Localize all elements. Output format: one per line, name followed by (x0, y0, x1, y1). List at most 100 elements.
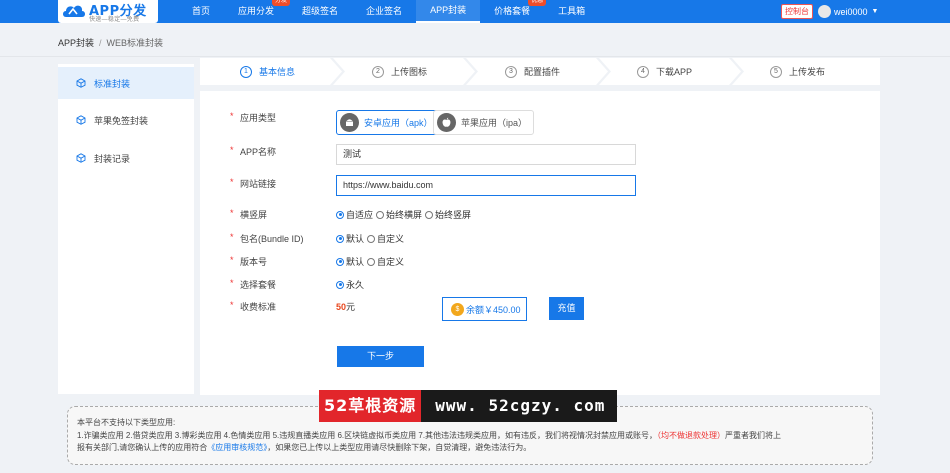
step-upload-icon: 2 上传图标 (372, 58, 427, 85)
nav-toolbox-label: 工具箱 (558, 6, 586, 16)
radio-adaptive[interactable]: 自适应 (336, 208, 373, 221)
notice-line: 1.诈骗类应用 2.借贷类应用 3.博彩类应用 4.色情类应用 5.违规直播类应… (77, 430, 863, 443)
radio-label: 默认 (346, 257, 365, 267)
main-nav: 首页 应用分发 分发 超级签名 企业签名 APP封装 价格套餐 优惠 工具箱 (178, 0, 599, 23)
step-basic-info: 1 基本信息 (240, 58, 295, 85)
fee-amount: 50元 (336, 300, 355, 313)
next-step-button[interactable]: 下一步 (337, 346, 424, 367)
chevron-down-icon: ▼ (871, 8, 879, 15)
step-number: 2 (372, 65, 384, 78)
nav-enterprise-sign[interactable]: 企业签名 (352, 0, 416, 23)
nav-home-label: 首页 (192, 6, 211, 16)
required-mark: * (230, 208, 234, 218)
watermark: 52草根资源 www. 52cgzy. com (319, 390, 618, 422)
nav-home[interactable]: 首页 (178, 0, 224, 23)
sidebar: 标准封装 苹果免签封装 封装记录 (58, 64, 194, 394)
fee-number: 50 (336, 302, 347, 312)
step-number: 5 (770, 65, 782, 78)
breadcrumb-root[interactable]: APP封装 (58, 38, 94, 48)
recharge-button[interactable]: 充值 (549, 297, 584, 320)
username: wei0000 (834, 6, 868, 17)
nav-app-distribution-label: 应用分发 (238, 6, 275, 16)
sidebar-item-wrap-records[interactable]: 封装记录 (58, 142, 194, 174)
radio-landscape[interactable]: 始终横屏 (376, 208, 422, 221)
watermark-right: www. 52cgzy. com (421, 390, 618, 422)
radio-plan-permanent[interactable]: 永久 (336, 278, 364, 291)
cube-icon (76, 115, 86, 125)
version-label: 版本号 (240, 257, 268, 267)
required-mark: * (230, 255, 234, 265)
app-name-label: APP名称 (240, 147, 277, 157)
step-label: 配置插件 (524, 67, 561, 77)
radio-version-custom[interactable]: 自定义 (367, 255, 404, 268)
review-policy-link[interactable]: 《应用审核规范》 (207, 443, 267, 452)
ios-app-option[interactable]: 苹果应用（ipa） (433, 110, 535, 135)
apple-icon (437, 113, 456, 132)
radio-dot (376, 210, 385, 219)
android-app-label: 安卓应用（apk） (364, 118, 433, 128)
breadcrumb-current: WEB标准封装 (106, 38, 164, 48)
bundle-radio-group: 默认 自定义 (336, 232, 407, 245)
notice-text: 1.诈骗类应用 2.借贷类应用 3.博彩类应用 4.色情类应用 5.违规直播类应… (77, 430, 658, 440)
android-app-option[interactable]: 安卓应用（apk） (336, 110, 440, 135)
orientation-radio-group: 自适应 始终横屏 始终竖屏 (336, 208, 474, 221)
watermark-left: 52草根资源 (319, 390, 422, 422)
nav-toolbox[interactable]: 工具箱 (544, 0, 599, 23)
form-panel: * 应用类型 安卓应用（apk） 苹果应用（ipa） * APP名称 测试 * … (200, 91, 880, 395)
required-mark: * (230, 232, 234, 242)
control-panel-button[interactable]: 控制台 (781, 4, 813, 19)
required-mark: * (230, 145, 234, 155)
radio-bundle-custom[interactable]: 自定义 (367, 232, 404, 245)
required-mark: * (230, 111, 234, 121)
step-label: 下载APP (656, 67, 693, 77)
nav-app-wrap[interactable]: APP封装 (416, 0, 481, 23)
website-input[interactable]: https://www.baidu.com (336, 175, 636, 196)
fee-unit: 元 (346, 302, 356, 312)
website-label: 网站链接 (240, 179, 277, 189)
sidebar-item-standard-wrap[interactable]: 标准封装 (58, 67, 194, 99)
user-menu[interactable]: wei0000 ▼ (818, 4, 878, 19)
radio-label: 自适应 (346, 210, 374, 220)
app-type-label: 应用类型 (240, 113, 277, 123)
step-number: 1 (240, 65, 252, 78)
step-label: 上传图标 (391, 67, 428, 77)
radio-label: 默认 (346, 234, 365, 244)
radio-dot (425, 210, 434, 219)
bundle-label: 包名(Bundle ID) (240, 234, 304, 244)
balance-display: $ 余额￥450.00 (442, 297, 527, 321)
required-mark: * (230, 278, 234, 288)
nav-enterprise-sign-label: 企业签名 (366, 6, 403, 16)
step-label: 上传发布 (789, 67, 826, 77)
radio-dot (336, 257, 344, 266)
radio-bundle-default[interactable]: 默认 (336, 232, 364, 245)
radio-version-default[interactable]: 默认 (336, 255, 364, 268)
avatar (818, 5, 831, 18)
notice-text: ，如果您已上传以上类型应用请尽快删除下架，自觉清理，避免违法行为。 (267, 443, 532, 452)
radio-dot (336, 234, 344, 243)
radio-label: 始终竖屏 (435, 210, 472, 220)
app-name-input[interactable]: 测试 (336, 144, 636, 165)
radio-portrait[interactable]: 始终竖屏 (425, 208, 471, 221)
sidebar-item-apple-nosign-wrap[interactable]: 苹果免签封装 (58, 104, 194, 136)
radio-label: 永久 (346, 280, 365, 290)
cube-icon (76, 78, 86, 88)
nav-super-sign[interactable]: 超级签名 (288, 0, 352, 23)
plan-label: 选择套餐 (240, 280, 277, 290)
cube-icon (76, 153, 86, 163)
notice-text: 报有关部门,请您确认上传的应用符合 (77, 443, 208, 452)
step-number: 4 (637, 65, 649, 78)
step-number: 3 (505, 65, 517, 78)
nav-app-distribution[interactable]: 应用分发 分发 (224, 0, 291, 23)
radio-label: 自定义 (377, 234, 405, 244)
fee-label: 收费标准 (240, 302, 277, 312)
step-progress: 1 基本信息 2 上传图标 3 配置插件 4 下载APP 5 上传发布 (200, 58, 880, 85)
divider (0, 56, 950, 57)
radio-dot (336, 280, 344, 289)
sidebar-item-label: 标准封装 (94, 78, 131, 89)
sidebar-item-label: 苹果免签封装 (94, 115, 149, 126)
radio-label: 自定义 (377, 257, 405, 267)
nav-pricing[interactable]: 价格套餐 优惠 (480, 0, 547, 23)
money-bag-icon: $ (451, 302, 464, 316)
required-mark: * (230, 300, 234, 310)
logo[interactable]: APP分发 快速—稳定—免费 (58, 0, 158, 23)
